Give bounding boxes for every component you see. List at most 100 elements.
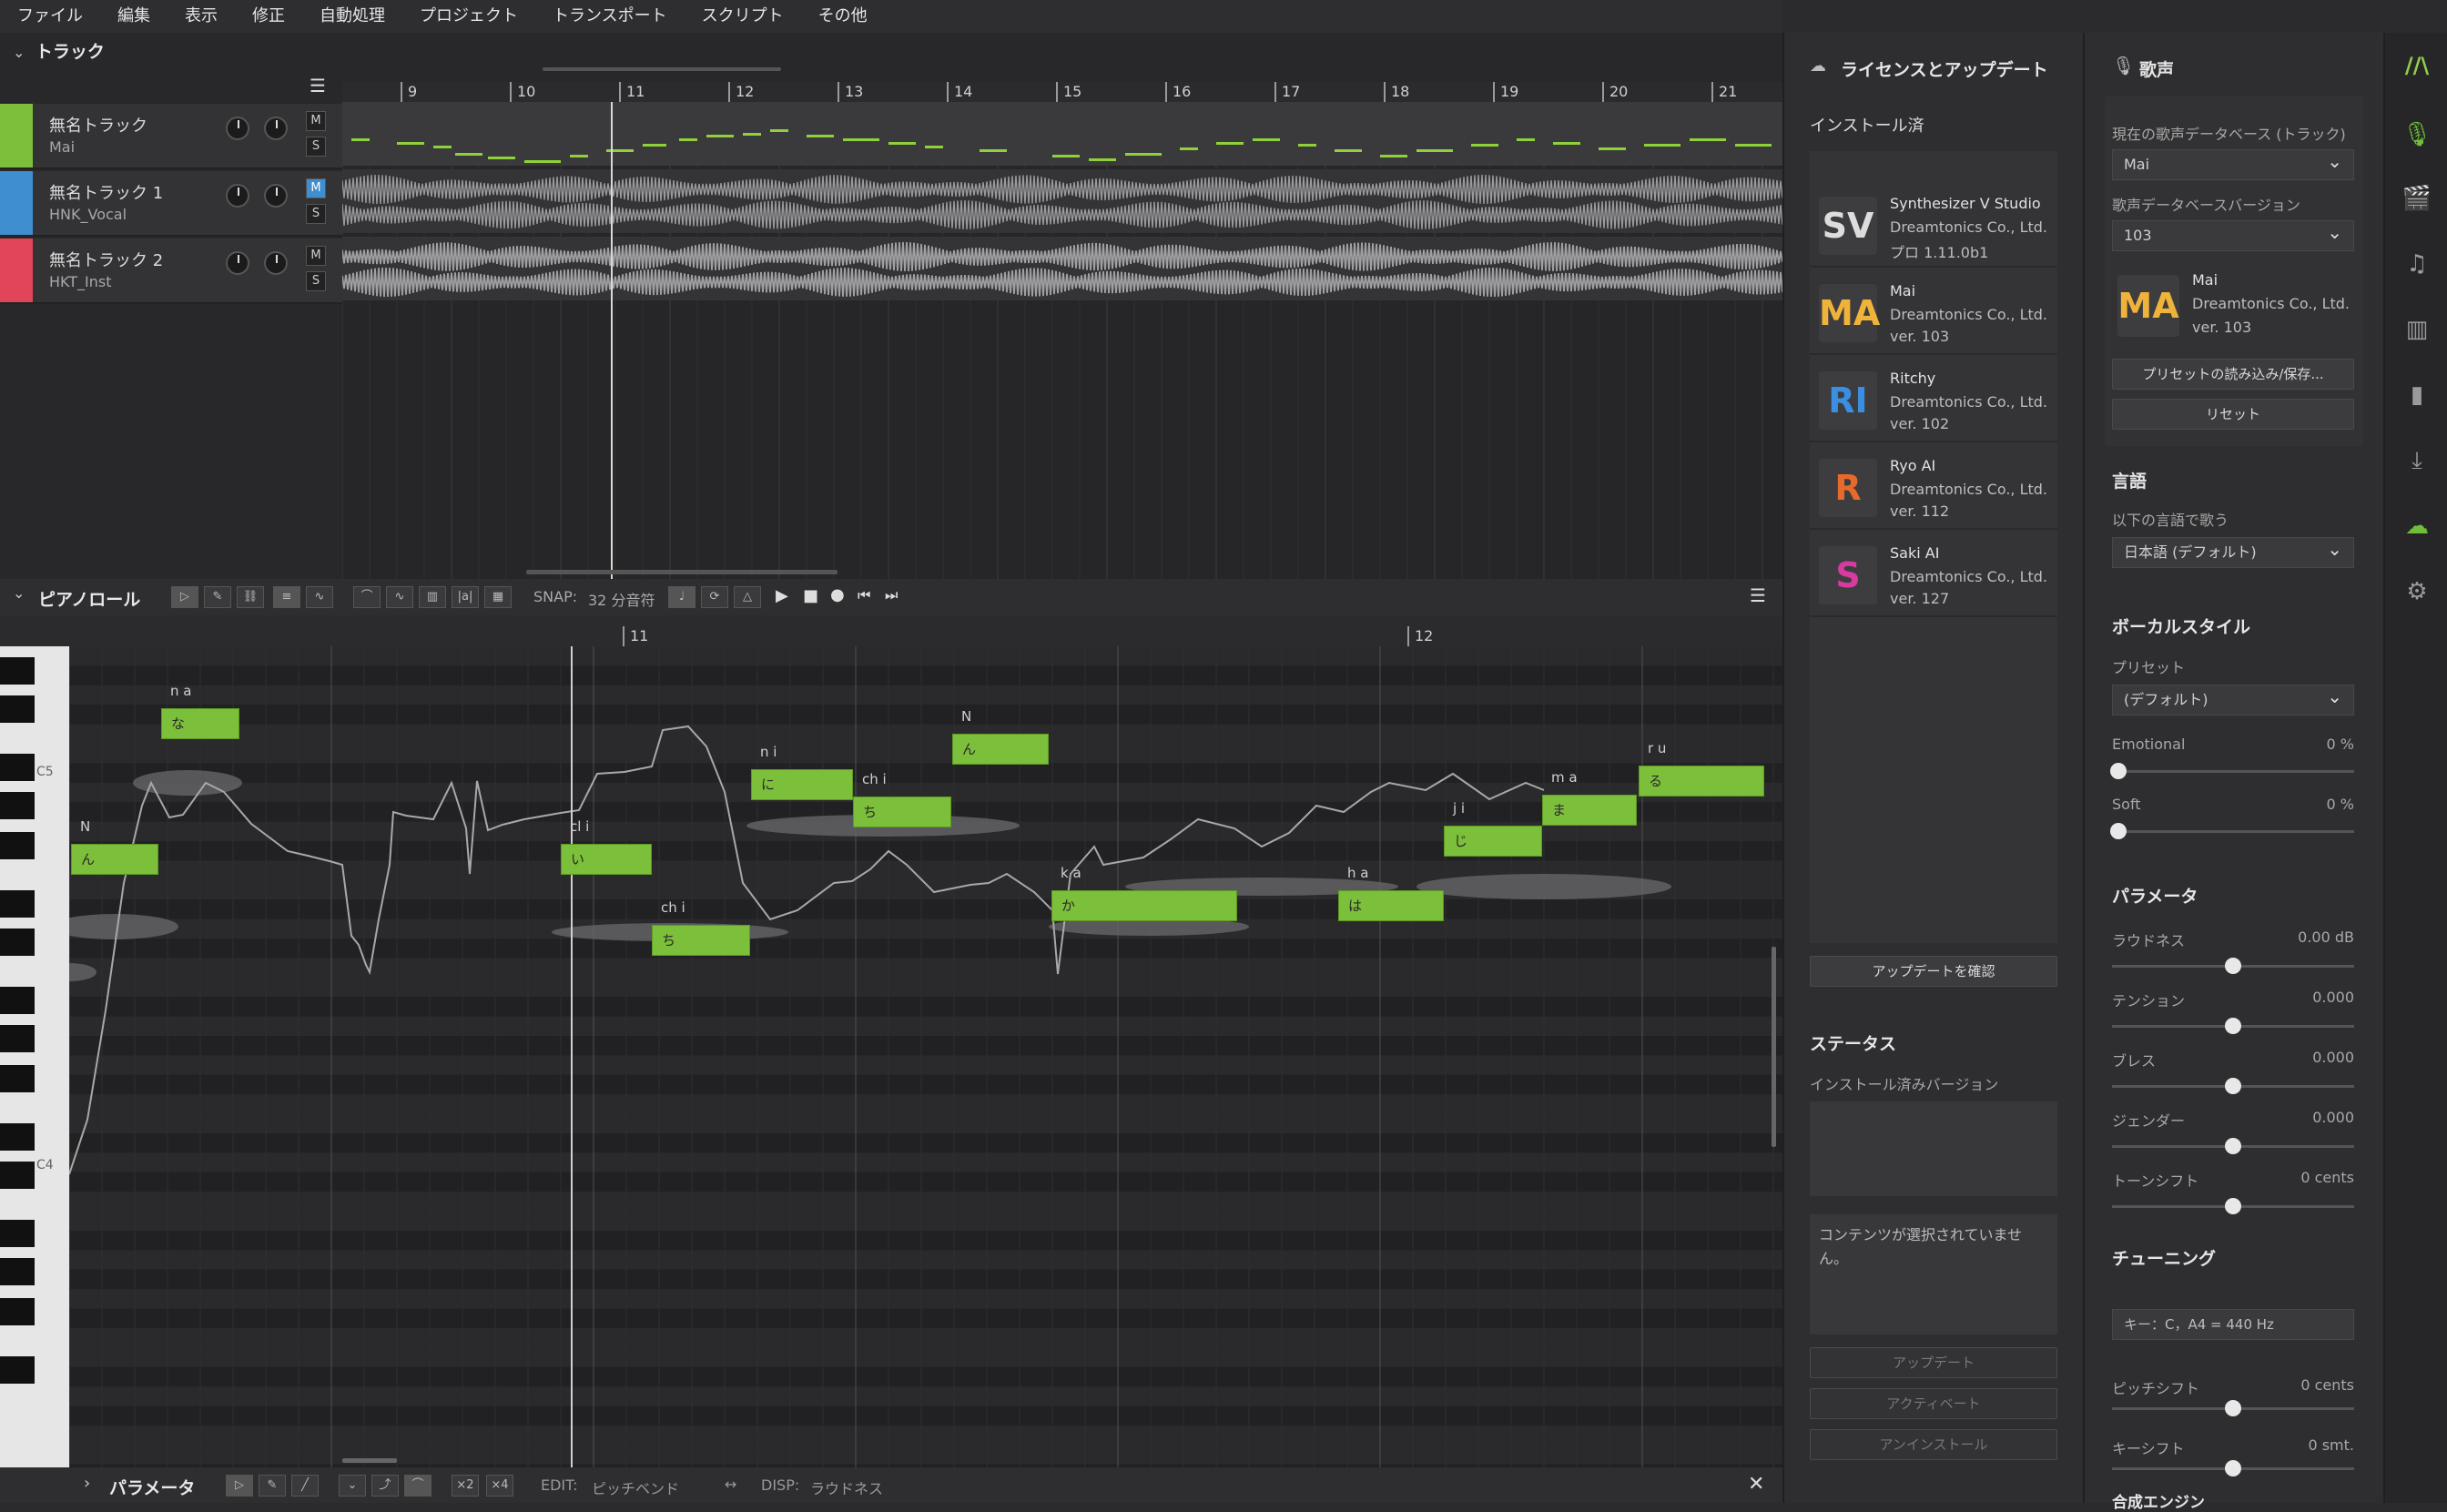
align-icon[interactable]: ≡ [273,586,300,608]
note[interactable]: ち [853,797,951,827]
menu-edit[interactable]: 編集 [100,0,168,33]
volume-knob[interactable] [226,184,249,208]
note[interactable]: ま [1542,795,1637,826]
black-key[interactable] [0,1123,35,1151]
note[interactable]: は [1338,890,1444,921]
zoom-x2-button[interactable]: ×2 [452,1475,479,1497]
slider-handle[interactable] [2225,1078,2241,1094]
book-icon[interactable]: ▮ [2401,379,2433,411]
slider-handle[interactable] [2110,823,2127,839]
uninstall-button[interactable]: アンインストール [1810,1429,2057,1460]
pitch-shift-slider[interactable] [2112,1400,2354,1416]
disp-value[interactable]: ラウドネス [810,1476,883,1498]
pen-icon[interactable]: ✎ [259,1475,286,1497]
library-icon[interactable]: ▥ [2401,313,2433,346]
note[interactable]: じ [1444,826,1542,857]
arrangement-scrollbar[interactable] [526,570,838,574]
cloud-check-icon[interactable]: ☁ [2401,510,2433,543]
pan-knob[interactable] [264,117,288,140]
note[interactable]: い [561,844,652,875]
line-tool-icon[interactable]: ╱ [291,1475,319,1497]
param-slider[interactable] [2112,1018,2354,1034]
key-shift-slider[interactable] [2112,1460,2354,1476]
note[interactable]: に [751,769,853,800]
track-ruler[interactable]: 9 10 11 12 13 14 15 16 17 18 19 20 21 [342,82,1782,102]
black-key[interactable] [0,1356,35,1384]
collapse-chevron-icon[interactable]: ⌄ [13,584,25,602]
emotional-slider[interactable] [2110,763,2354,779]
black-key[interactable] [0,1258,35,1285]
track-header[interactable]: 無名トラック 2 HKT_Inst M S [0,238,342,304]
pointer-icon[interactable]: ▷ [171,586,198,608]
curve-tool-icon[interactable]: ⤴ [371,1475,399,1497]
snap-value[interactable]: 32 分音符 [588,588,655,610]
update-button[interactable]: アップデート [1810,1347,2057,1378]
slider-handle[interactable] [2225,1400,2241,1416]
horizontal-scrollbar[interactable] [543,67,781,71]
phoneme-icon[interactable]: |a| [452,586,479,608]
metronome-toggle-icon[interactable]: △ [734,586,761,608]
menu-project[interactable]: プロジェクト [402,0,535,33]
menu-file[interactable]: ファイル [0,0,100,33]
mute-button[interactable]: M [306,111,326,131]
slider-handle[interactable] [2225,1198,2241,1214]
preset-select[interactable]: (デフォルト) [2112,682,2354,715]
note[interactable]: か [1051,890,1237,921]
note[interactable]: な [161,708,239,739]
solo-button[interactable]: S [306,204,326,224]
menu-modify[interactable]: 修正 [235,0,302,33]
record-icon[interactable]: ● [830,585,845,604]
reset-button[interactable]: リセット [2112,399,2354,430]
tuning-key-field[interactable]: キー：C，A4 = 440 Hz [2112,1309,2354,1340]
mute-button[interactable]: M [306,246,326,266]
volume-knob[interactable] [226,117,249,140]
pitch-icon[interactable]: ⌒ [353,586,381,608]
arrangement-area[interactable] [342,102,1782,579]
black-key[interactable] [0,890,35,918]
menu-other[interactable]: その他 [801,0,885,33]
package-item[interactable]: MA Mai Dreamtonics Co., Ltd. ver. 103 [1810,271,2057,355]
metronome-icon[interactable]: ♩ [668,586,696,608]
pan-knob[interactable] [264,184,288,208]
music-note-icon[interactable]: ♫ [2401,248,2433,280]
black-key[interactable] [0,929,35,956]
param-slider[interactable] [2112,1078,2354,1094]
black-key[interactable] [0,1298,35,1325]
db-select[interactable]: Mai [2112,147,2354,180]
black-key[interactable] [0,1065,35,1092]
menu-auto[interactable]: 自動処理 [302,0,402,33]
expand-chevron-icon[interactable]: › [84,1474,90,1493]
pianoroll-vscroll[interactable] [1772,947,1776,1147]
loop-icon[interactable]: ⟳ [701,586,728,608]
note[interactable]: ち [652,925,750,956]
package-item[interactable]: SV Synthesizer V Studio Dreamtonics Co.,… [1810,184,2057,268]
microphone-icon[interactable]: 🎙 [2401,118,2433,151]
package-item[interactable]: RI Ritchy Dreamtonics Co., Ltd. ver. 102 [1810,359,2057,442]
note[interactable]: る [1639,766,1764,797]
param-slider[interactable] [2112,1138,2354,1154]
note[interactable]: ん [952,734,1049,765]
track-menu-icon[interactable]: ☰ [310,75,326,96]
black-key[interactable] [0,987,35,1014]
menu-transport[interactable]: トランスポート [535,0,685,33]
pan-knob[interactable] [264,251,288,275]
pianoroll-ruler[interactable]: 11 12 [69,626,1782,646]
param-slider[interactable] [2112,958,2354,974]
language-select[interactable]: 日本語 (デフォルト) [2112,534,2354,568]
slider-handle[interactable] [2225,958,2241,974]
track-name[interactable]: 無名トラック 2 [49,248,163,271]
track-panel-header[interactable]: ⌄ トラック [13,38,105,63]
pianoroll-menu-icon[interactable]: ☰ [1750,584,1766,606]
soft-slider[interactable] [2110,823,2354,839]
film-icon[interactable]: ▦ [484,586,512,608]
preset-load-save-button[interactable]: プリセットの読み込み/保存... [2112,359,2354,390]
black-key[interactable] [0,1220,35,1247]
track-name[interactable]: 無名トラック [49,113,147,137]
waveform-icon[interactable]: ▥ [419,586,446,608]
black-key[interactable] [0,1025,35,1052]
menu-view[interactable]: 表示 [168,0,235,33]
curve-icon[interactable]: ∿ [306,586,333,608]
package-item[interactable]: R Ryo AI Dreamtonics Co., Ltd. ver. 112 [1810,446,2057,530]
db-version-select[interactable]: 103 [2112,218,2354,251]
black-key[interactable] [0,695,35,723]
